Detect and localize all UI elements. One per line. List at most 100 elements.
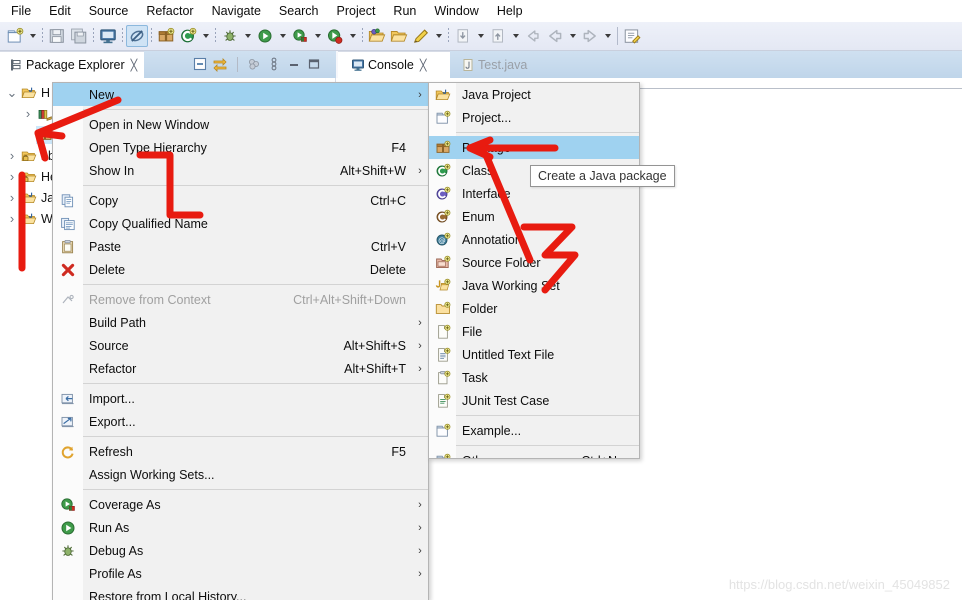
chevron-right-icon[interactable]: › — [4, 145, 20, 166]
chevron-right-icon[interactable]: › — [20, 103, 36, 124]
copy-icon — [53, 189, 83, 212]
menubar-item-edit[interactable]: Edit — [40, 1, 80, 21]
submenu-item-java-working-set[interactable]: Java Working Set — [429, 274, 639, 297]
submenu-item-other[interactable]: Other...Ctrl+N — [429, 449, 639, 458]
forward-icon[interactable] — [579, 25, 601, 47]
minimize-view-icon[interactable] — [284, 53, 304, 75]
menu-item-remove-from-context[interactable]: Remove from Context Ctrl+Alt+Shift+Down — [53, 288, 428, 311]
menu-item-refresh[interactable]: Refresh F5 — [53, 440, 428, 463]
submenu-item-java-project[interactable]: Java Project — [429, 83, 639, 106]
external-tools-dropdown[interactable] — [199, 25, 212, 47]
menu-item-new[interactable]: New › — [53, 83, 428, 106]
menu-item-source[interactable]: Source Alt+Shift+S › — [53, 334, 428, 357]
menu-item-profile-as[interactable]: Profile As › — [53, 562, 428, 585]
new-java-package-folder-icon[interactable] — [366, 25, 388, 47]
menubar-item-file[interactable]: File — [2, 1, 40, 21]
menu-item-coverage-as[interactable]: Coverage As › — [53, 493, 428, 516]
next-annotation-icon[interactable] — [487, 25, 509, 47]
submenu-arrow-icon: › — [418, 498, 422, 511]
menubar-item-project[interactable]: Project — [328, 1, 385, 21]
edit-dropdown[interactable] — [432, 25, 445, 47]
menubar-item-source[interactable]: Source — [80, 1, 138, 21]
coverage-dropdown[interactable] — [311, 25, 324, 47]
menu-item-delete[interactable]: Delete Delete — [53, 258, 428, 281]
menu-item-export-label: Export... — [89, 414, 136, 429]
menu-item-debug-as[interactable]: Debug As › — [53, 539, 428, 562]
collapse-all-icon[interactable] — [190, 53, 210, 75]
new-editor-icon[interactable] — [621, 25, 643, 47]
back-icon[interactable] — [522, 25, 544, 47]
profile-dropdown[interactable] — [346, 25, 359, 47]
context-menu[interactable]: New › Open in New Window Open Type Hierarch… — [52, 82, 429, 600]
menu-item-show-in[interactable]: Show In Alt+Shift+W › — [53, 159, 428, 182]
edit-icon[interactable] — [410, 25, 432, 47]
submenu-item-junit-test-case[interactable]: JUnit Test Case — [429, 389, 639, 412]
forward-icon — [581, 27, 599, 45]
previous-annotation-icon[interactable] — [452, 25, 474, 47]
submenu-item-file[interactable]: File — [429, 320, 639, 343]
last-edit-location-icon[interactable] — [544, 25, 566, 47]
menu-item-refactor[interactable]: Refactor Alt+Shift+T › — [53, 357, 428, 380]
debug-icon[interactable] — [219, 25, 241, 47]
menubar-item-help[interactable]: Help — [488, 1, 532, 21]
submenu-item-source-folder[interactable]: Source Folder — [429, 251, 639, 274]
forward-dropdown[interactable] — [601, 25, 614, 47]
menu-item-open-type-hierarchy[interactable]: Open Type Hierarchy F4 — [53, 136, 428, 159]
view-menu-icon[interactable] — [264, 53, 284, 75]
chevron-right-icon[interactable]: › — [4, 166, 20, 187]
submenu-item-annotation[interactable]: @ Annotation — [429, 228, 639, 251]
chevron-right-icon[interactable]: › — [4, 187, 20, 208]
menu-item-assign-working-sets[interactable]: Assign Working Sets... — [53, 463, 428, 486]
open-type-icon[interactable] — [388, 25, 410, 47]
save-all-icon — [70, 27, 88, 45]
tab-package-explorer[interactable]: Package Explorer ╳ — [0, 51, 145, 78]
close-icon[interactable]: ╳ — [131, 59, 138, 72]
chevron-right-icon[interactable]: › — [4, 208, 20, 229]
submenu-item-folder[interactable]: Folder — [429, 297, 639, 320]
skip-all-breakpoints-icon[interactable] — [126, 25, 148, 47]
submenu-item-enum[interactable]: Enum — [429, 205, 639, 228]
new-wizard-dropdown[interactable] — [26, 25, 39, 47]
next-annotation-dropdown[interactable] — [509, 25, 522, 47]
submenu-item-task[interactable]: Task — [429, 366, 639, 389]
save-all-icon[interactable] — [68, 25, 90, 47]
menu-item-restore-from-local-history[interactable]: Restore from Local History... — [53, 585, 428, 600]
submenu-item-package[interactable]: Package — [429, 136, 639, 159]
view-menu-filter-icon[interactable] — [244, 53, 264, 75]
menu-item-paste[interactable]: Paste Ctrl+V — [53, 235, 428, 258]
new-wizard-icon[interactable] — [4, 25, 26, 47]
save-icon[interactable] — [46, 25, 68, 47]
chevron-down-icon[interactable]: ⌄ — [4, 82, 20, 103]
submenu-item-project[interactable]: Project... — [429, 106, 639, 129]
previous-annotation-dropdown[interactable] — [474, 25, 487, 47]
menubar-item-navigate[interactable]: Navigate — [203, 1, 270, 21]
submenu-item-untitled-text-file[interactable]: Untitled Text File — [429, 343, 639, 366]
tab-test-java[interactable]: Test.java — [450, 51, 535, 78]
menu-item-open-in-new-window[interactable]: Open in New Window — [53, 113, 428, 136]
menu-item-import[interactable]: Import... — [53, 387, 428, 410]
maximize-view-icon[interactable] — [304, 53, 324, 75]
menu-item-copy-qualified-name[interactable]: Copy Qualified Name — [53, 212, 428, 235]
new-submenu[interactable]: Java Project Project... Package Class Interf… — [428, 82, 640, 459]
open-console-icon[interactable] — [97, 25, 119, 47]
link-with-editor-icon[interactable] — [210, 53, 230, 75]
menu-item-export[interactable]: Export... — [53, 410, 428, 433]
menubar-item-window[interactable]: Window — [425, 1, 487, 21]
back-dropdown[interactable] — [566, 25, 579, 47]
coverage-icon[interactable] — [289, 25, 311, 47]
close-icon[interactable]: ╳ — [420, 59, 427, 72]
run-icon[interactable] — [254, 25, 276, 47]
profile-icon[interactable] — [324, 25, 346, 47]
menubar-item-refactor[interactable]: Refactor — [137, 1, 202, 21]
debug-dropdown[interactable] — [241, 25, 254, 47]
menu-item-build-path[interactable]: Build Path › — [53, 311, 428, 334]
tab-console[interactable]: Console ╳ — [338, 51, 450, 78]
menubar-item-search[interactable]: Search — [270, 1, 328, 21]
new-package-icon[interactable] — [155, 25, 177, 47]
menu-item-run-as[interactable]: Run As › — [53, 516, 428, 539]
menu-item-copy[interactable]: Copy Ctrl+C — [53, 189, 428, 212]
external-tools-icon[interactable] — [177, 25, 199, 47]
run-dropdown[interactable] — [276, 25, 289, 47]
submenu-item-example[interactable]: Example... — [429, 419, 639, 442]
menubar-item-run[interactable]: Run — [384, 1, 425, 21]
